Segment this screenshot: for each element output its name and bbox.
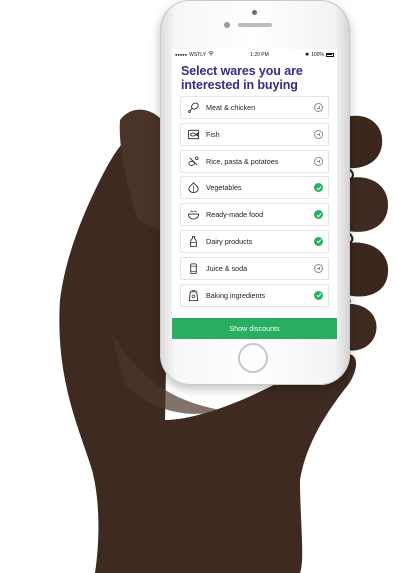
rice-icon: [187, 155, 200, 168]
ware-label: Dairy products: [206, 236, 253, 246]
ware-item-juice[interactable]: Juice & soda: [180, 256, 329, 280]
carrier-name: WSTLY: [189, 51, 206, 58]
add-icon[interactable]: [314, 263, 323, 273]
status-bar: ●●●●● WSTLY 1:20 PM ✱ 100%: [172, 49, 337, 60]
ware-label: Ready-made food: [206, 210, 264, 220]
ware-item-vegetables[interactable]: Vegetables: [180, 176, 329, 200]
flour-bag-icon: [187, 289, 200, 302]
wares-list: Meat & chicken Fish Rice, pasta & potato…: [180, 96, 329, 307]
ware-label: Meat & chicken: [206, 103, 256, 112]
app-screen: ●●●●● WSTLY 1:20 PM ✱ 100% Select wares …: [172, 49, 337, 339]
add-icon[interactable]: [314, 103, 323, 112]
add-icon[interactable]: [314, 129, 323, 139]
ware-item-ready-made[interactable]: Ready-made food: [180, 203, 329, 227]
ware-item-dairy[interactable]: Dairy products: [180, 229, 329, 253]
fish-icon: [187, 128, 200, 141]
bowl-icon: [187, 208, 200, 221]
drumstick-icon: [187, 101, 200, 114]
camera-dot: [252, 10, 257, 15]
ware-label: Juice & soda: [206, 263, 248, 273]
ware-label: Rice, pasta & potatoes: [206, 156, 279, 166]
ware-item-rice[interactable]: Rice, pasta & potatoes: [180, 149, 329, 173]
status-time: 1:20 PM: [250, 51, 269, 58]
signal-strength-icon: ●●●●●: [175, 52, 188, 57]
battery-icon: [325, 52, 334, 57]
check-icon[interactable]: [314, 183, 323, 193]
battery-percent: 100%: [311, 51, 324, 58]
show-discounts-button[interactable]: Show discounts: [172, 318, 337, 339]
garlic-icon: [187, 181, 200, 194]
check-icon[interactable]: [314, 290, 323, 300]
ware-item-fish[interactable]: Fish: [180, 122, 329, 146]
home-button[interactable]: [238, 343, 268, 373]
check-icon[interactable]: [314, 210, 323, 220]
ware-item-meat[interactable]: Meat & chicken: [180, 96, 329, 119]
front-camera: [224, 22, 230, 28]
ware-label: Fish: [206, 129, 220, 139]
milk-bottle-icon: [187, 235, 200, 248]
ware-label: Baking ingredients: [206, 290, 266, 300]
ware-label: Vegetables: [206, 183, 242, 193]
add-icon[interactable]: [314, 156, 323, 166]
wifi-icon: [208, 51, 214, 58]
earpiece-speaker: [238, 23, 272, 27]
page-title: Select wares you are interested in buyin…: [181, 64, 303, 92]
ware-item-baking[interactable]: Baking ingredients: [180, 283, 329, 307]
can-icon: [187, 262, 200, 275]
check-icon[interactable]: [314, 236, 323, 246]
bluetooth-icon: ✱: [304, 51, 310, 58]
